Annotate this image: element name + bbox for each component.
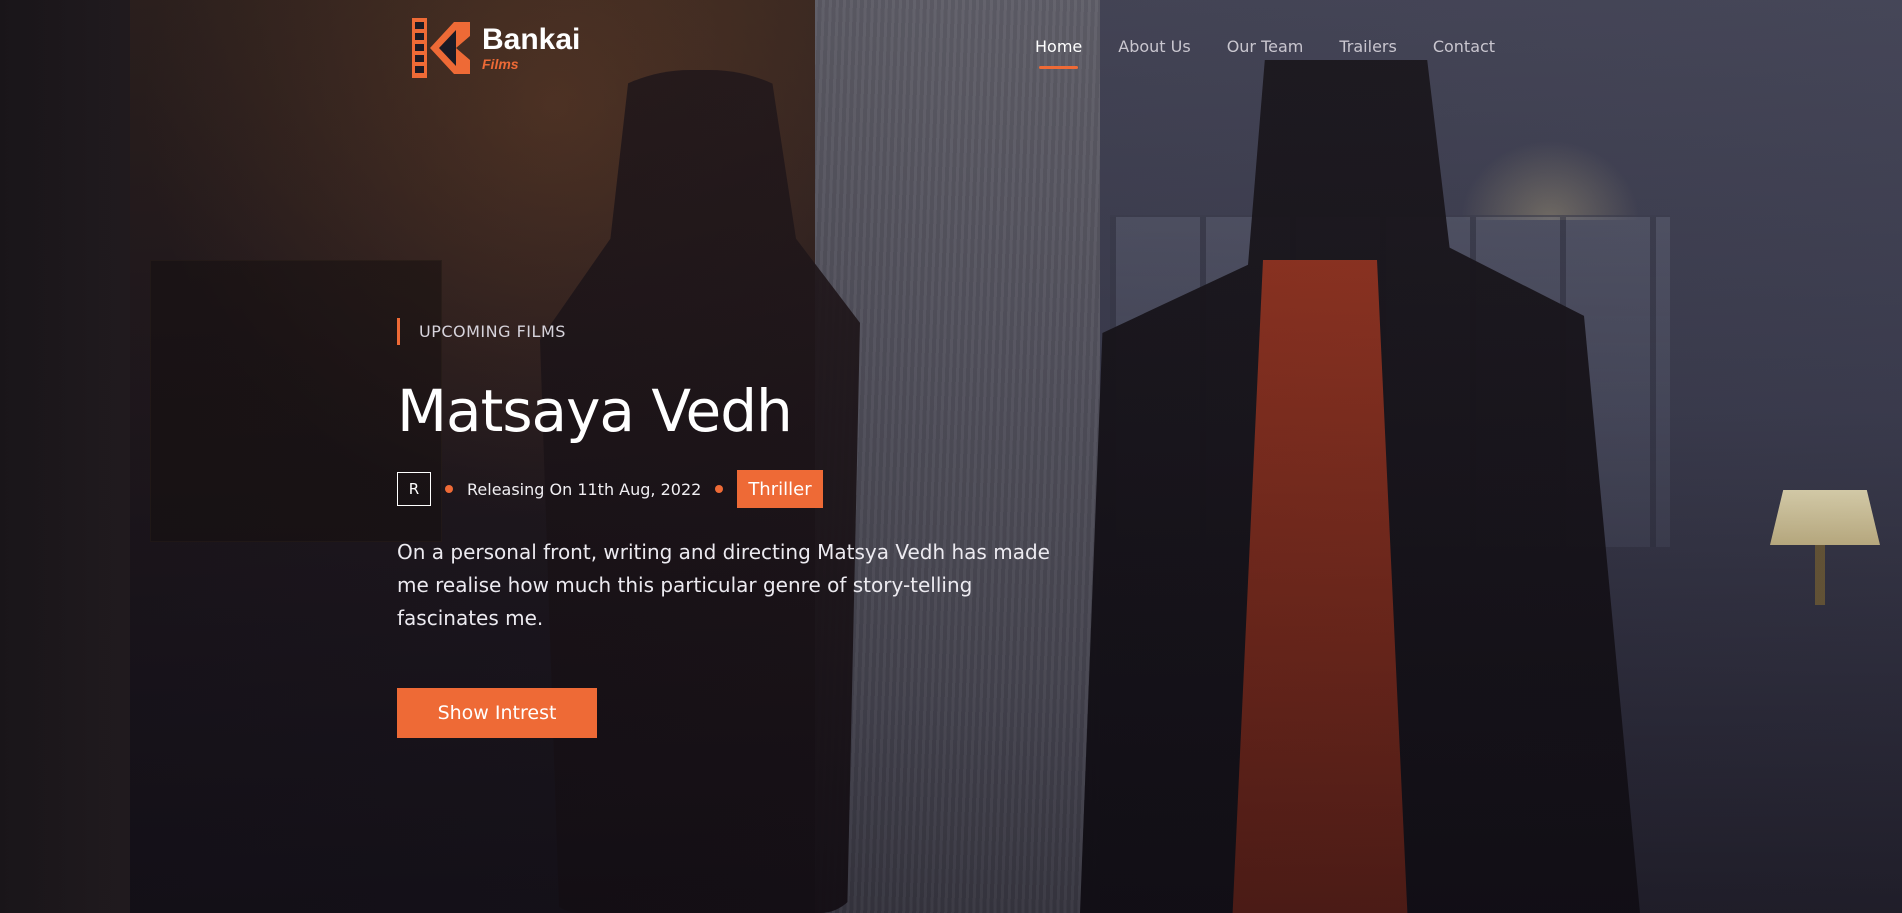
brand-subtitle: Films bbox=[482, 56, 519, 72]
nav-link-our-team[interactable]: Our Team bbox=[1227, 37, 1304, 56]
rating-badge: R bbox=[397, 472, 431, 506]
brand-logo-link[interactable]: Bankai Films bbox=[412, 18, 580, 78]
separator-dot-icon bbox=[715, 485, 724, 493]
nav-link-home[interactable]: Home bbox=[1035, 37, 1082, 69]
eyebrow-accent-bar bbox=[397, 317, 400, 345]
film-description: On a personal front, writing and directi… bbox=[397, 540, 1050, 630]
film-title: Matsaya Vedh bbox=[397, 377, 793, 445]
separator-dot-icon bbox=[445, 485, 453, 493]
main-nav: Home About Us Our Team Trailers Contact bbox=[1035, 37, 1531, 69]
eyebrow-label: UPCOMING FILMS bbox=[419, 321, 566, 341]
nav-link-contact[interactable]: Contact bbox=[1433, 37, 1495, 56]
nav-link-about-us[interactable]: About Us bbox=[1118, 37, 1190, 56]
show-interest-button[interactable]: Show Intrest bbox=[397, 688, 597, 738]
hero-content: UPCOMING FILMS Matsaya Vedh R Releasing … bbox=[397, 317, 1057, 738]
genre-badge: Thriller bbox=[737, 470, 823, 508]
nav-link-trailers[interactable]: Trailers bbox=[1339, 37, 1396, 56]
film-strip-k-logo-icon bbox=[412, 18, 472, 78]
brand-name: Bankai bbox=[482, 23, 581, 56]
film-meta: R Releasing On 11th Aug, 2022 Thriller bbox=[397, 470, 1057, 508]
section-eyebrow: UPCOMING FILMS bbox=[397, 317, 1057, 345]
release-date: Releasing On 11th Aug, 2022 bbox=[467, 479, 702, 499]
